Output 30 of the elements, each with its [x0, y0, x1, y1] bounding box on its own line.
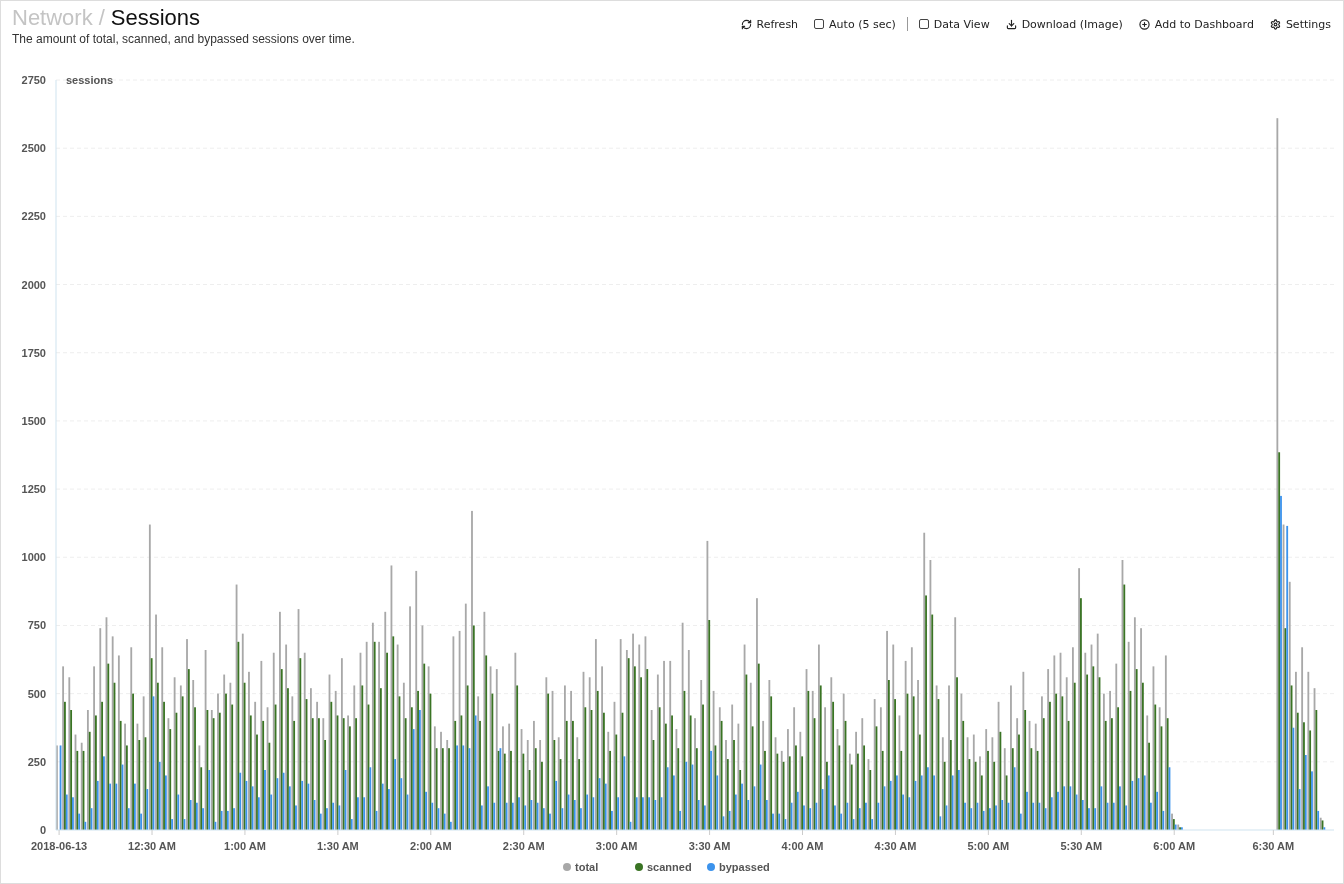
y-tick-label: 1000	[21, 551, 46, 564]
x-tick-label: 4:30 AM	[874, 840, 917, 852]
x-tick-label: 2018-06-13	[30, 840, 88, 852]
y-tick-label: 2750	[21, 74, 46, 86]
y-tick-label: 250	[27, 755, 46, 768]
y-tick-label: 1750	[21, 346, 46, 359]
x-tick-label: 1:30 AM	[317, 840, 359, 852]
y-tick-label: 500	[27, 687, 46, 700]
x-tick-label: 6:30 AM	[1252, 840, 1295, 852]
x-tick-label: 6:00 AM	[1153, 840, 1196, 852]
page-subtitle: The amount of total, scanned, and bypassed sessions over time.	[12, 32, 355, 46]
y-tick-label: 2250	[21, 210, 46, 223]
x-tick-label: 5:00 AM	[967, 840, 1010, 852]
y-tick-label: 1250	[21, 483, 46, 496]
y-tick-label: 2000	[21, 278, 46, 291]
y-axis-title: sessions	[66, 74, 114, 86]
x-tick-label: 5:30 AM	[1060, 840, 1103, 852]
y-tick-label: 1500	[21, 414, 46, 427]
y-tick-label: 750	[27, 619, 46, 632]
breadcrumb-separator: /	[98, 5, 105, 31]
x-tick-label: 3:30 AM	[688, 840, 731, 852]
x-tick-label: 1:00 AM	[224, 840, 266, 852]
page-title: Sessions	[110, 5, 201, 31]
x-tick-label: 12:30 AM	[128, 840, 176, 852]
y-tick-label: 2500	[21, 142, 46, 155]
x-tick-label: 4:00 AM	[781, 840, 824, 852]
x-tick-label: 3:00 AM	[595, 840, 638, 852]
y-tick-label: 0	[39, 824, 46, 836]
x-tick-label: 2:00 AM	[409, 840, 452, 852]
x-tick-label: 2:30 AM	[502, 840, 545, 852]
